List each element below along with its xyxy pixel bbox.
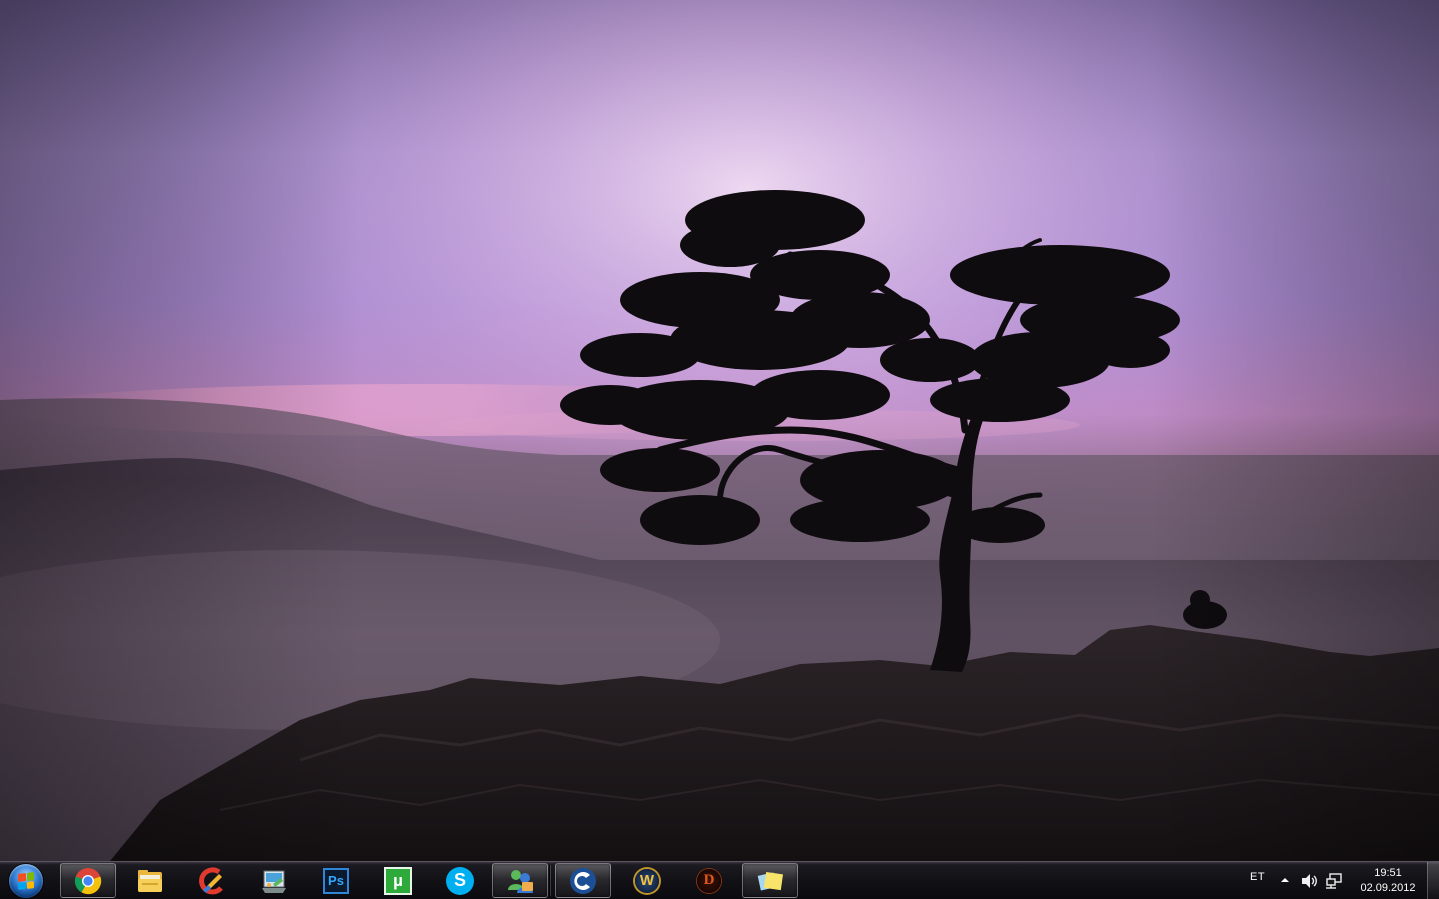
taskbar-ccleaner-button[interactable] (184, 863, 240, 898)
taskbar-wow-button[interactable]: W (619, 863, 675, 898)
chrome-icon (74, 867, 102, 894)
network-icon[interactable] (1325, 873, 1343, 889)
desktop[interactable]: Ps µ S W D ET 19:51 02.09.2012 (0, 0, 1439, 899)
taskbar-utorrent-button[interactable]: µ (370, 863, 426, 898)
taskbar-chrome-button[interactable] (60, 863, 116, 898)
taskbar-messenger-button[interactable] (492, 863, 548, 898)
ccleaner-icon (199, 866, 223, 894)
system-clock[interactable]: 19:51 02.09.2012 (1352, 866, 1424, 896)
wow-icon: W (633, 866, 661, 895)
language-indicator[interactable]: ET (1250, 871, 1265, 883)
taskbar-curse-button[interactable] (555, 863, 611, 898)
taskbar-separator (549, 865, 551, 896)
clock-date: 02.09.2012 (1360, 882, 1416, 894)
taskbar-sticky-notes-button[interactable] (742, 863, 798, 898)
diablo-icon: D (696, 867, 722, 894)
notification-area: ET 19:51 02.09.2012 (1240, 862, 1439, 899)
taskbar-explorer-button[interactable] (122, 863, 178, 898)
utorrent-icon: µ (384, 866, 412, 895)
taskbar: Ps µ S W D ET 19:51 02.09.2012 (0, 861, 1439, 899)
start-button[interactable] (6, 863, 46, 899)
desktop-wallpaper (0, 0, 1439, 861)
taskbar-control-panel-button[interactable] (246, 863, 302, 898)
taskbar-photoshop-button[interactable]: Ps (308, 863, 364, 898)
sticky-notes-icon (757, 871, 784, 890)
skype-icon: S (446, 866, 474, 895)
folder-icon (138, 869, 162, 892)
control-panel-icon (262, 870, 286, 893)
photoshop-icon: Ps (323, 867, 349, 894)
curse-icon (570, 867, 596, 894)
chevron-up-icon[interactable] (1280, 876, 1290, 884)
messenger-icon (508, 869, 533, 893)
speaker-icon[interactable] (1300, 873, 1318, 889)
show-desktop-button[interactable] (1427, 862, 1439, 899)
clock-time: 19:51 (1374, 867, 1402, 879)
taskbar-diablo-button[interactable]: D (681, 863, 737, 898)
taskbar-skype-button[interactable]: S (432, 863, 488, 898)
windows-start-orb-icon (9, 864, 43, 898)
